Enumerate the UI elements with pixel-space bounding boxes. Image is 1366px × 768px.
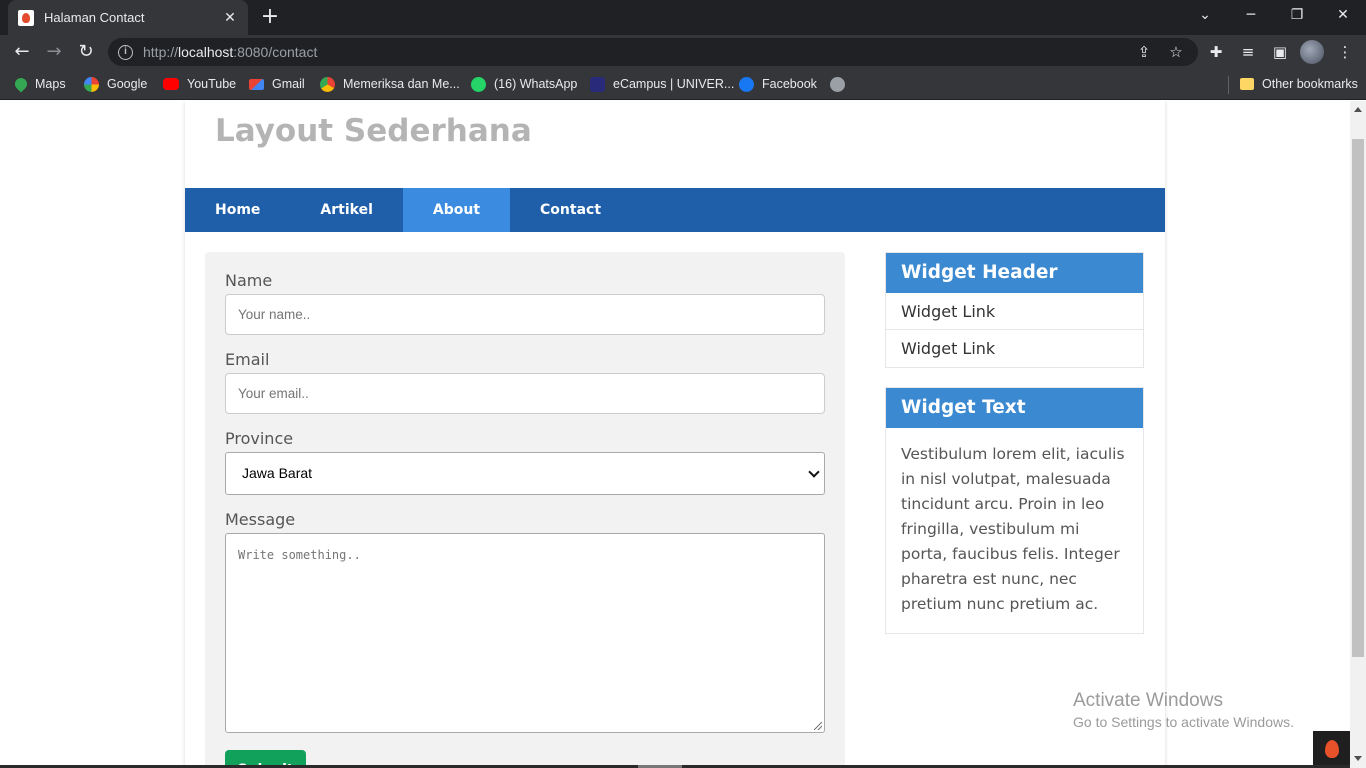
bookmark-memeriksa[interactable]: Memeriksa dan Me... [320,75,460,93]
activate-windows-title: Activate Windows [1073,690,1223,711]
flame-icon [1325,740,1339,758]
province-label: Province [225,429,294,448]
close-tab-icon[interactable]: ✕ [222,9,238,26]
folder-icon [1240,78,1254,90]
bookmark-star-icon[interactable]: ☆ [1165,41,1187,63]
page-container: Layout Sederhana Home Artikel About Cont… [185,101,1165,768]
youtube-icon [163,78,179,90]
nav-home[interactable]: Home [185,188,290,232]
widget-link-1[interactable]: Widget Link [886,293,1143,330]
bookmark-facebook[interactable]: Facebook [739,75,817,93]
chevron-down-icon [808,466,820,478]
scroll-up-icon[interactable] [1354,107,1362,112]
site-title: Layout Sederhana [215,113,532,149]
widget-text-body: Vestibulum lorem elit, iaculis in nisl v… [901,445,1125,613]
close-window-icon[interactable]: ✕ [1320,0,1366,32]
new-tab-button[interactable]: + [256,4,284,30]
widget-text-header: Widget Text [886,388,1143,428]
nav-contact[interactable]: Contact [510,188,631,232]
browser-tab-bar: Halaman Contact ✕ + ⌄ ─ ❐ ✕ [0,0,1366,35]
nav-about[interactable]: About [402,188,511,232]
bookmark-gmail[interactable]: Gmail [249,75,305,93]
share-icon[interactable]: ⇪ [1133,41,1155,63]
menu-kebab-icon[interactable]: ⋮ [1334,41,1356,63]
message-placeholder: Write something.. [238,548,361,562]
bookmark-whatsapp[interactable]: (16) WhatsApp [471,75,577,93]
widget-text: Widget Text Vestibulum lorem elit, iacul… [885,387,1144,634]
minimize-icon[interactable]: ─ [1228,0,1274,32]
forward-icon[interactable]: → [41,39,67,65]
email-label: Email [225,350,270,369]
email-input[interactable]: Your email.. [225,373,825,414]
browser-tab[interactable]: Halaman Contact ✕ [8,0,248,35]
widget-links: Widget Header Widget Link Widget Link [885,252,1144,368]
maps-pin-icon [12,75,30,93]
bookmarks-bar: Maps Google YouTube Gmail Memeriksa dan … [0,68,1366,100]
reload-icon[interactable]: ↻ [73,39,99,65]
widget-link-2[interactable]: Widget Link [886,330,1143,367]
globe-icon [830,76,845,92]
contact-form: Name Your name.. Email Your email.. Prov… [205,252,845,768]
page-viewport: Layout Sederhana Home Artikel About Cont… [0,101,1350,768]
tab-search-icon[interactable]: ⌄ [1182,0,1228,32]
side-panel-icon[interactable]: ▣ [1269,41,1291,63]
bookmark-ecampus[interactable]: eCampus | UNIVER... [590,75,734,93]
scroll-down-icon[interactable] [1354,756,1362,761]
browser-toolbar: ← → ↻ i http://localhost:8080/contact ⇪ … [0,35,1366,68]
resize-handle-icon[interactable] [814,722,822,730]
bookmarks-separator [1228,76,1229,94]
scrollbar-thumb[interactable] [1352,139,1364,657]
back-icon[interactable]: ← [9,39,35,65]
province-select[interactable]: Jawa Barat [225,452,825,495]
bookmark-maps[interactable]: Maps [12,75,66,93]
restore-icon[interactable]: ❐ [1274,0,1320,32]
province-selected-value: Jawa Barat [242,465,313,481]
message-textarea[interactable]: Write something.. [225,533,825,733]
media-control-icon[interactable]: ≡ [1237,41,1259,63]
xampp-taskbar-button[interactable] [1313,731,1350,768]
gmail-icon [249,78,264,90]
activate-windows-subtitle: Go to Settings to activate Windows. [1073,714,1294,730]
url-text: http://localhost:8080/contact [143,44,318,60]
chrome-icon [320,76,335,92]
bookmark-globe[interactable] [830,75,853,93]
ecampus-icon [590,76,605,92]
name-input[interactable]: Your name.. [225,294,825,335]
extensions-icon[interactable]: ✚ [1205,41,1227,63]
codeigniter-favicon-icon [18,9,34,26]
nav-artikel[interactable]: Artikel [290,188,402,232]
main-nav: Home Artikel About Contact [185,188,1165,232]
facebook-icon [739,76,754,92]
profile-avatar[interactable] [1300,40,1324,64]
site-info-icon[interactable]: i [118,44,133,60]
google-icon [84,76,99,92]
address-bar[interactable]: i http://localhost:8080/contact [108,38,1198,66]
page-scrollbar[interactable] [1350,101,1366,768]
whatsapp-icon [471,76,486,92]
widget-header: Widget Header [886,253,1143,293]
bookmark-google[interactable]: Google [84,75,147,93]
name-label: Name [225,271,273,290]
bookmark-youtube[interactable]: YouTube [163,75,236,93]
other-bookmarks[interactable]: Other bookmarks [1240,75,1358,93]
message-label: Message [225,510,296,529]
activate-windows-watermark: Activate Windows Go to Settings to activ… [1073,690,1294,730]
tab-title: Halaman Contact [44,10,145,25]
